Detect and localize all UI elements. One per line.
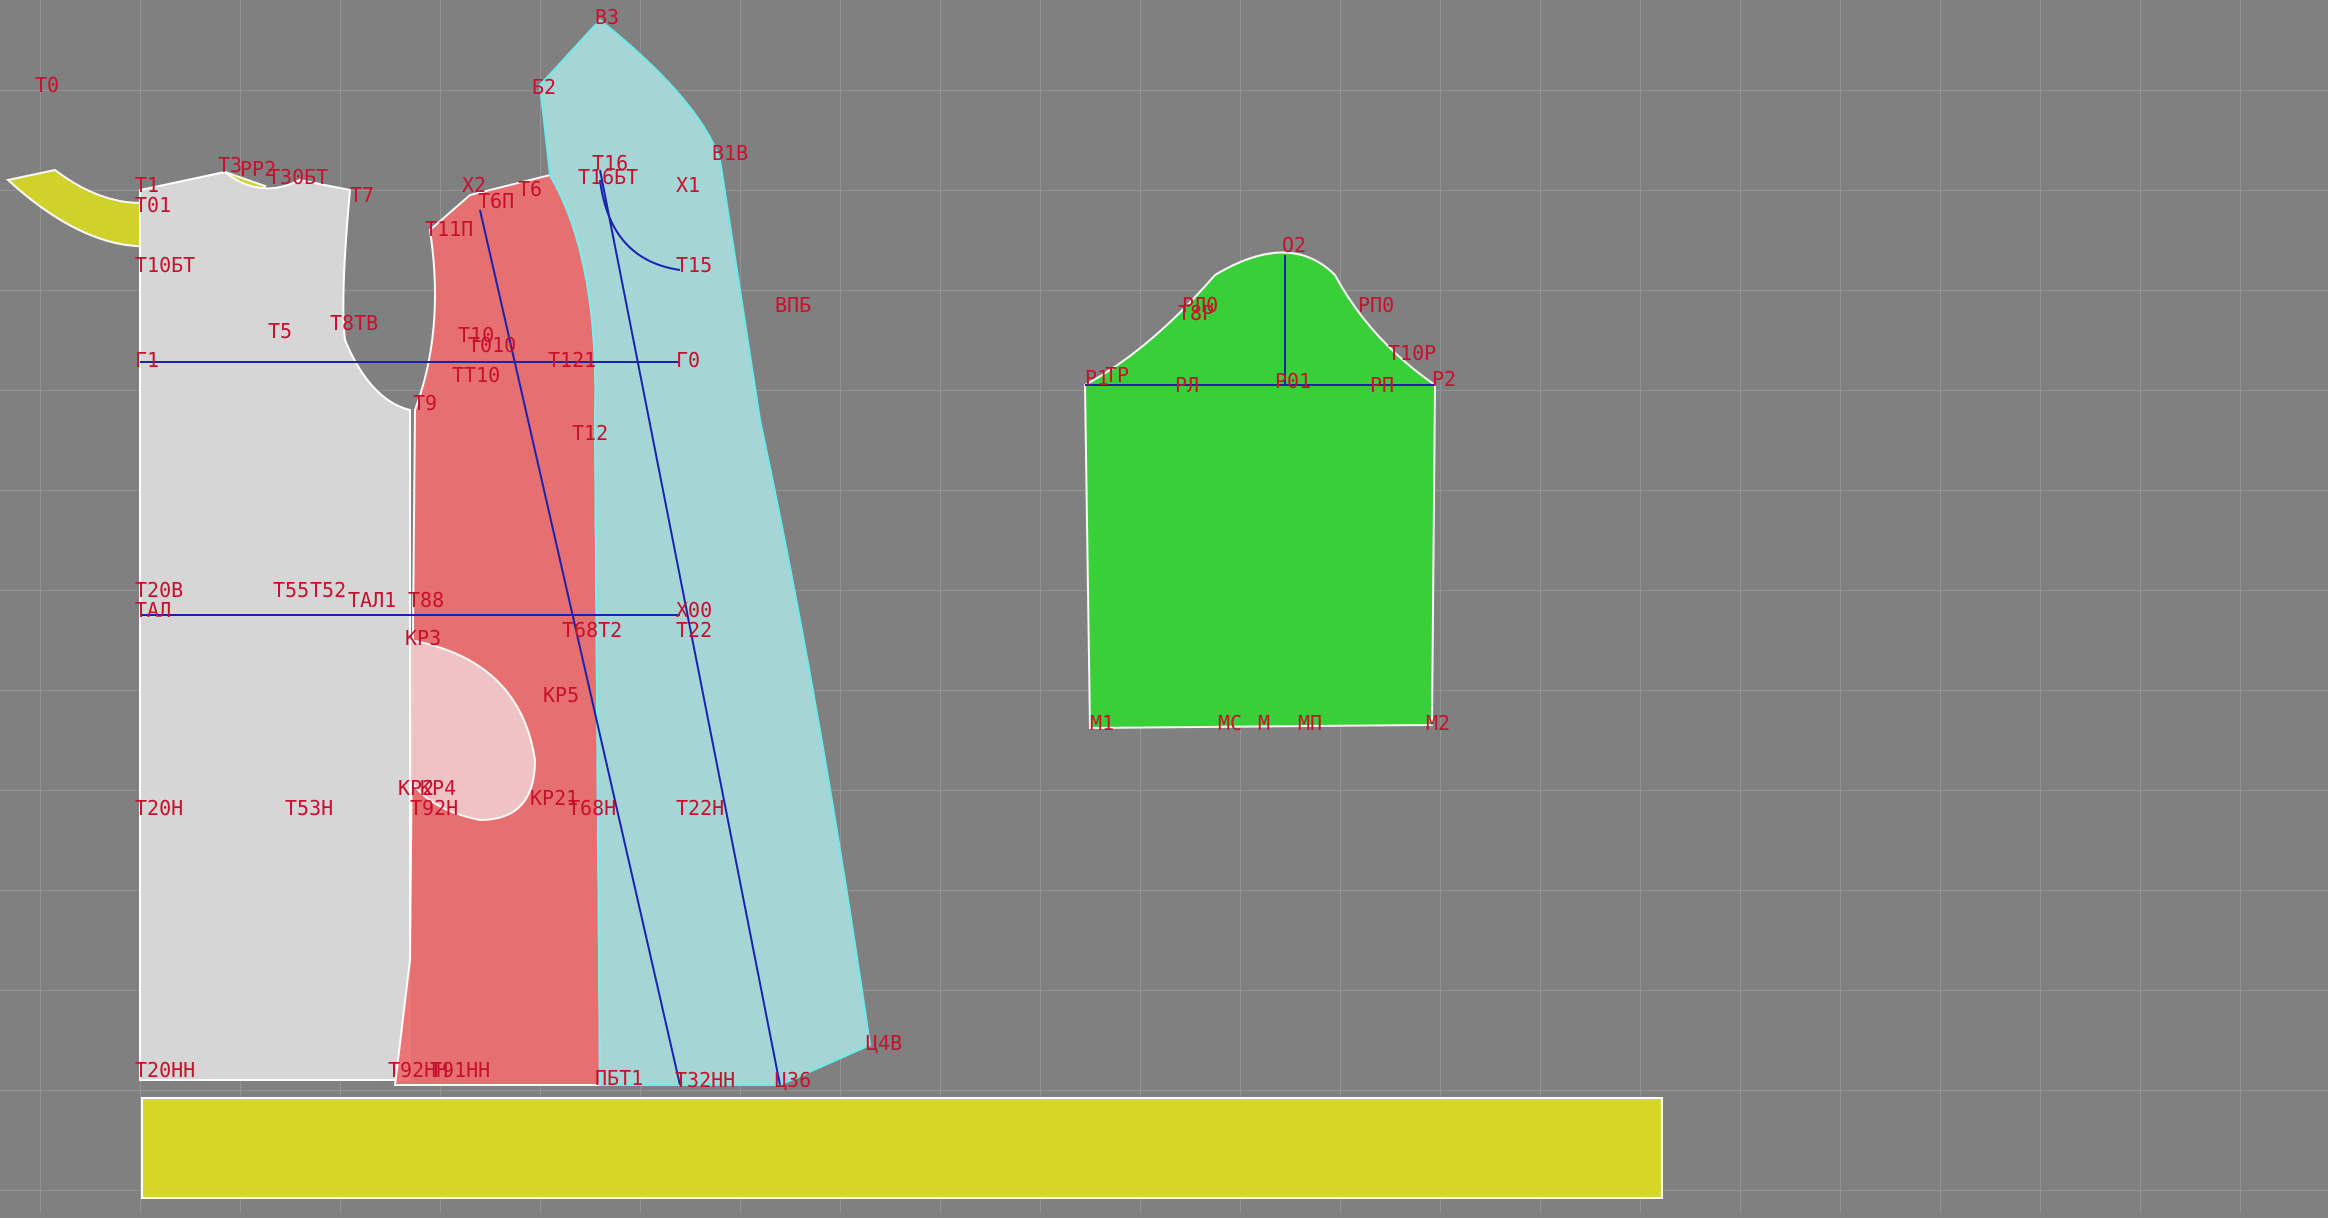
label: М — [1258, 711, 1270, 735]
label: Т11П — [425, 217, 473, 241]
label: Т91НН — [430, 1058, 490, 1082]
label: Т01 — [135, 193, 171, 217]
label: ТР — [1105, 363, 1129, 387]
label: Г0 — [676, 348, 700, 372]
label: Т3 — [218, 153, 242, 177]
label: КР5 — [543, 683, 579, 707]
label: Т32НН — [675, 1068, 735, 1092]
label: Р2 — [1432, 367, 1456, 391]
label: РЛ — [1175, 373, 1199, 397]
label: Т68Н — [568, 796, 616, 820]
label: Т7 — [350, 183, 374, 207]
label: ПБТ1 — [595, 1066, 643, 1090]
label: Т20НН — [135, 1058, 195, 1082]
label: ТТ10 — [452, 363, 500, 387]
label: Т121 — [548, 348, 596, 372]
label: Т92Н — [410, 796, 458, 820]
label: ТАЛ1 — [348, 588, 396, 612]
label: Т53Н — [285, 796, 333, 820]
label: Т10БТ — [135, 253, 195, 277]
label: Т16БТ — [578, 165, 638, 189]
label: РП0 — [1358, 293, 1394, 317]
label: Т55 — [273, 578, 309, 602]
label: ВПБ — [775, 293, 811, 317]
label: Т15 — [676, 253, 712, 277]
label: Ц36 — [775, 1068, 811, 1092]
label: МП — [1298, 711, 1322, 735]
label: Т0 — [35, 73, 59, 97]
label: Р01 — [1275, 369, 1311, 393]
label: КР3 — [405, 626, 441, 650]
label: Т9 — [413, 391, 437, 415]
pattern-svg[interactable]: Т0 Т1 Т01 Т3 РР2 Т30БТ Т7 Т10БТ Т5 Т8ТВ … — [0, 0, 2328, 1213]
band-piece[interactable] — [141, 1097, 1663, 1199]
label: М1 — [1090, 711, 1114, 735]
label: Т5 — [268, 319, 292, 343]
label: РЛ0 — [1182, 293, 1218, 317]
label: М2 — [1426, 711, 1450, 735]
pattern-canvas[interactable]: Т0 Т1 Т01 Т3 РР2 Т30БТ Т7 Т10БТ Т5 Т8ТВ … — [0, 0, 2328, 1213]
label: Т8ТВ — [330, 311, 378, 335]
label: МС — [1218, 711, 1242, 735]
label: Т22Н — [676, 796, 724, 820]
label: ТАЛ — [135, 598, 171, 622]
label: Т12 — [572, 421, 608, 445]
label: Т6П — [478, 189, 514, 213]
label: Т6 — [518, 177, 542, 201]
label: В3 — [595, 5, 619, 29]
label: Ц4В — [866, 1031, 902, 1055]
label: Т88 — [408, 588, 444, 612]
label: Г1 — [135, 348, 159, 372]
label: Т10Р — [1388, 341, 1436, 365]
label: О2 — [1282, 233, 1306, 257]
label: Т68Т2 — [562, 618, 622, 642]
label: Т20Н — [135, 796, 183, 820]
label: Б2 — [532, 75, 556, 99]
label: Х1 — [676, 173, 700, 197]
label: Т52 — [310, 578, 346, 602]
label: РП — [1370, 373, 1394, 397]
label: Т010 — [468, 333, 516, 357]
label: В1В — [712, 141, 748, 165]
label: Т22 — [676, 618, 712, 642]
label: Т30БТ — [268, 165, 328, 189]
